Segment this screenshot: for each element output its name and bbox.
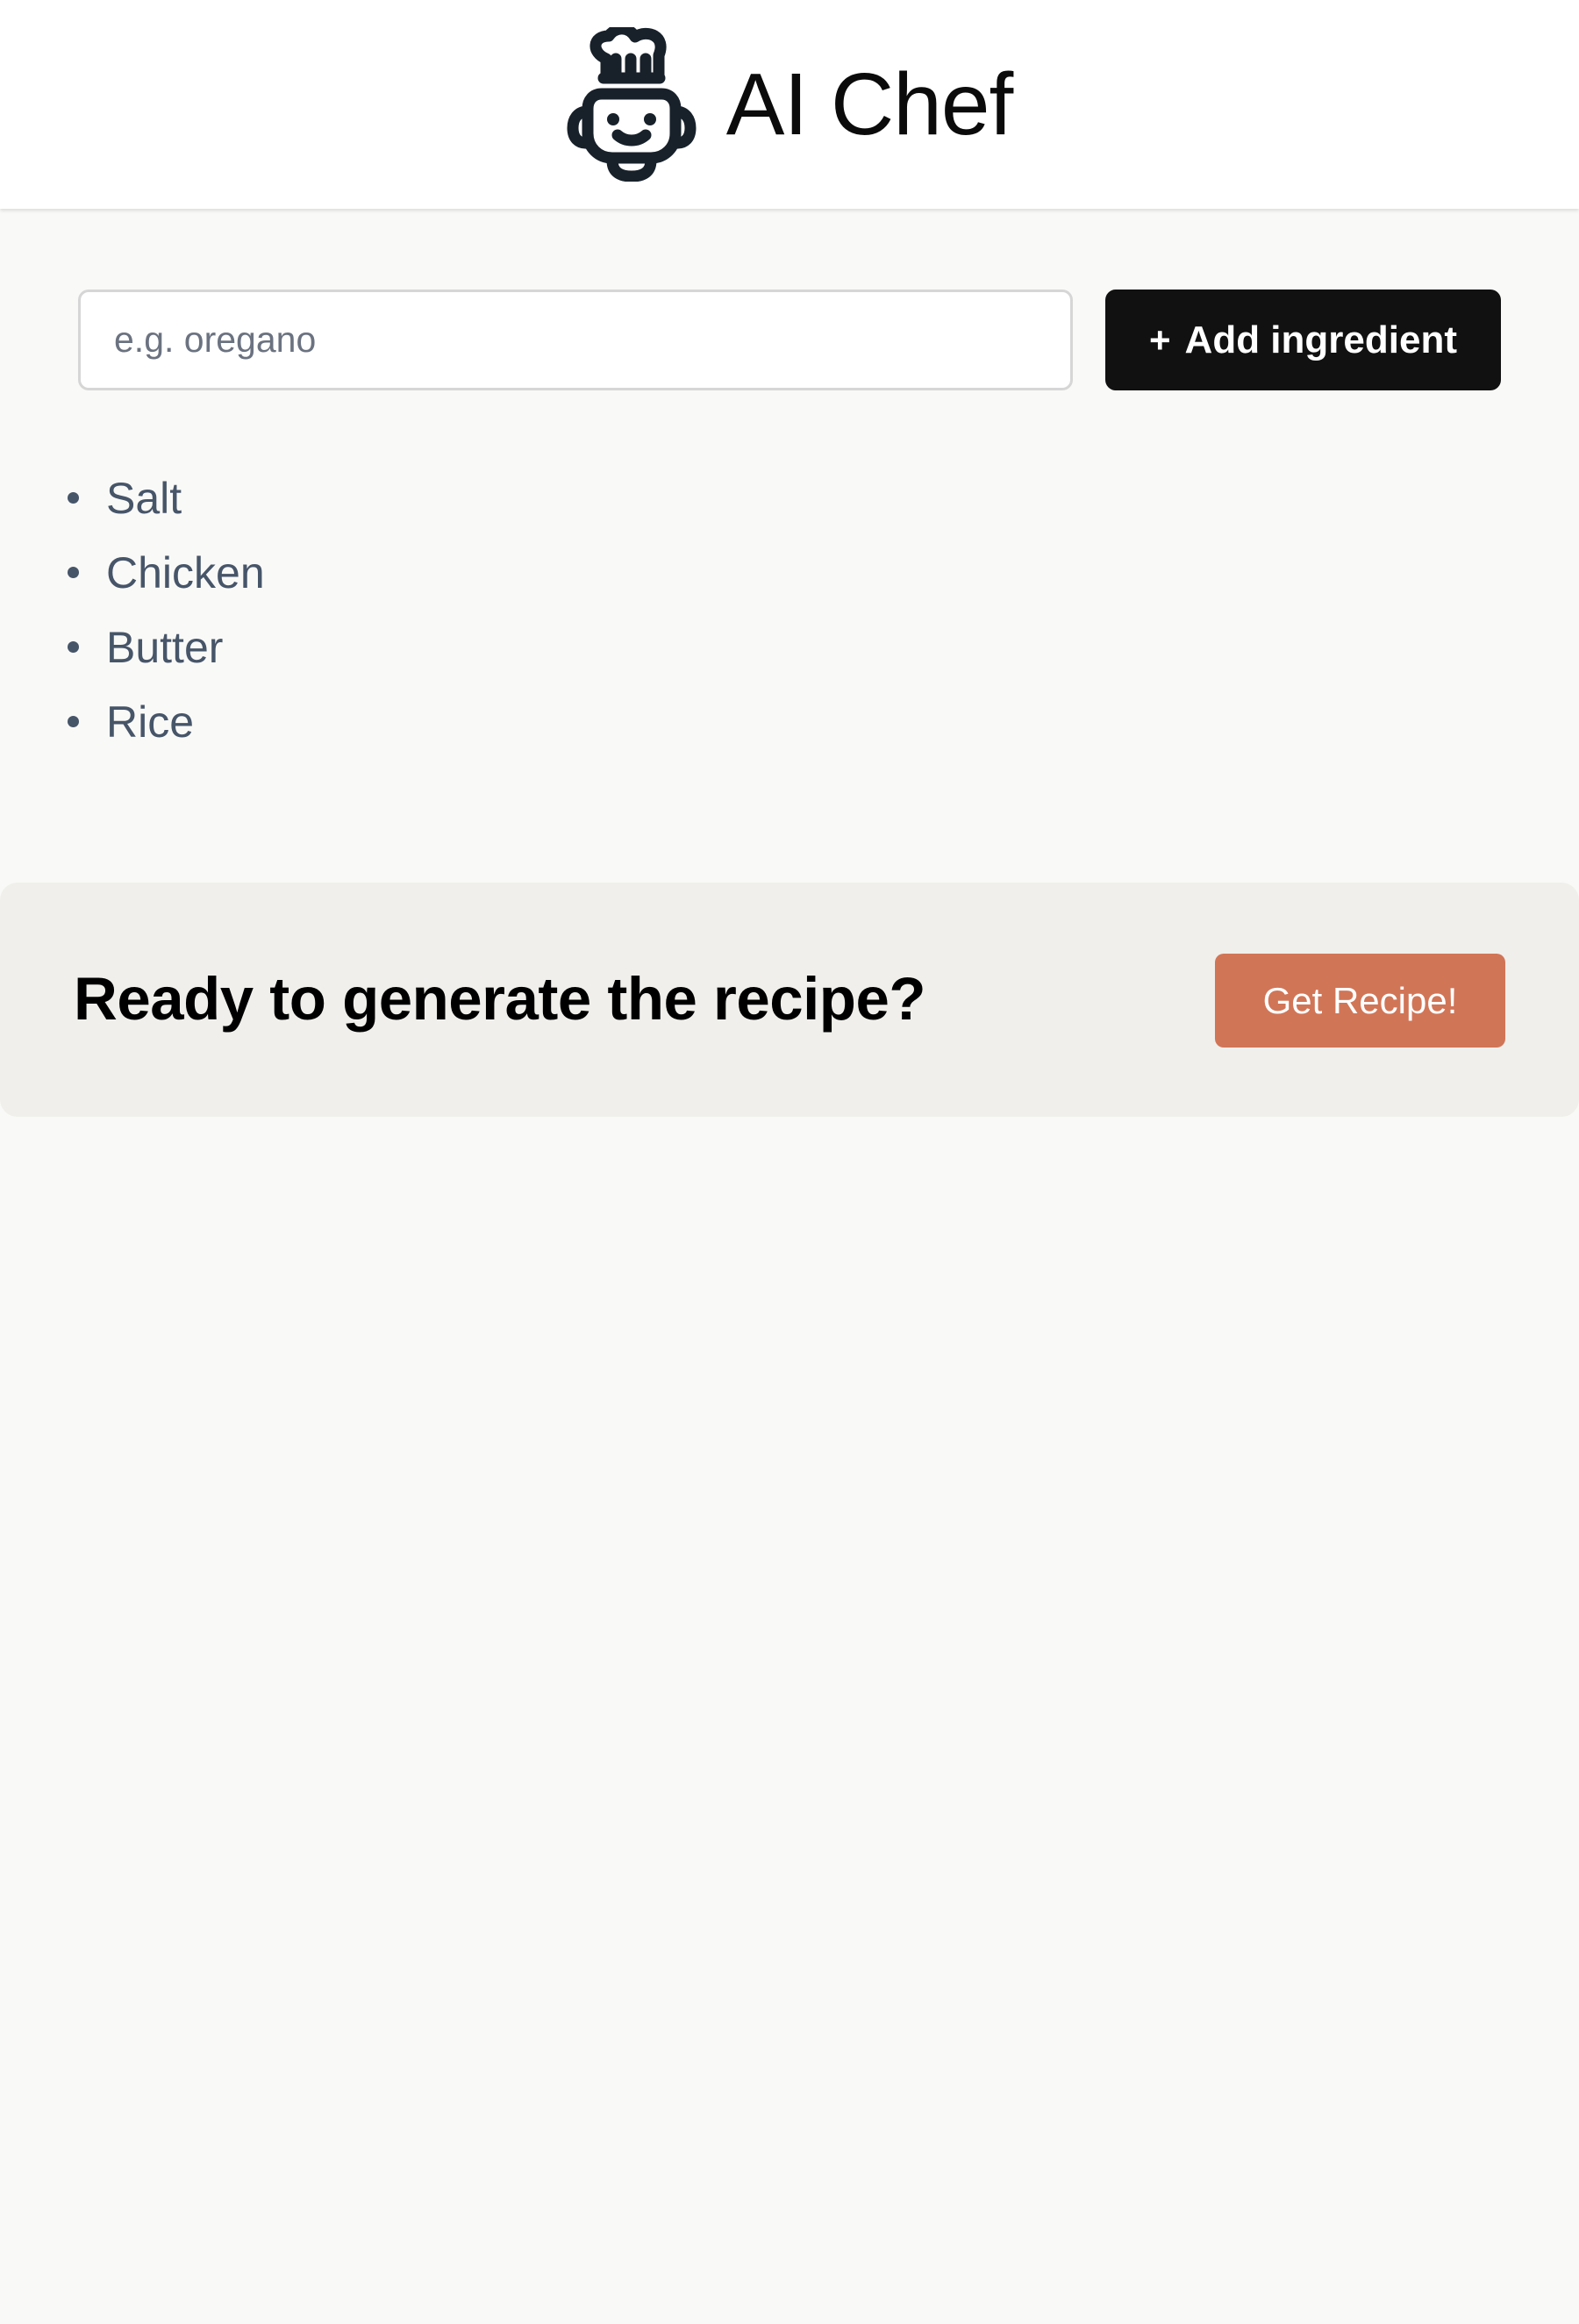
list-item: Chicken — [68, 535, 265, 610]
recipe-prompt-panel: Ready to generate the recipe? Get Recipe… — [0, 883, 1579, 1117]
chef-bot-icon — [567, 27, 697, 182]
bullet-icon — [68, 641, 79, 653]
add-ingredient-label: Add ingredient — [1184, 318, 1457, 361]
app-header: AI Chef — [0, 0, 1579, 209]
app-title: AI Chef — [725, 55, 1013, 154]
add-ingredient-button[interactable]: + Add ingredient — [1105, 290, 1501, 390]
list-item: Rice — [68, 684, 265, 759]
ingredient-list: Salt Chicken Butter Rice — [68, 461, 265, 759]
ingredient-label: Rice — [106, 697, 195, 747]
bullet-icon — [68, 492, 79, 504]
ingredient-label: Chicken — [106, 547, 265, 597]
bullet-icon — [68, 567, 79, 578]
plus-icon: + — [1149, 318, 1171, 361]
ingredient-input[interactable] — [78, 290, 1073, 390]
ingredient-form: + Add ingredient — [78, 290, 1501, 390]
ingredient-label: Butter — [106, 622, 224, 672]
recipe-prompt-title: Ready to generate the recipe? — [74, 965, 925, 1033]
get-recipe-button[interactable]: Get Recipe! — [1215, 954, 1505, 1048]
bullet-icon — [68, 716, 79, 727]
list-item: Salt — [68, 461, 265, 535]
ingredient-label: Salt — [106, 473, 182, 523]
list-item: Butter — [68, 610, 265, 684]
brand: AI Chef — [567, 27, 1013, 182]
